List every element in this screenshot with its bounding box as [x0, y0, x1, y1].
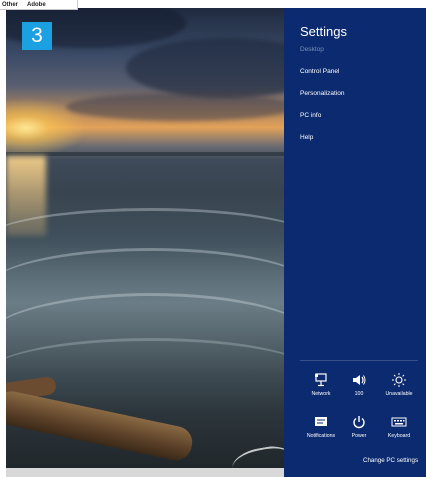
- volume-tile[interactable]: 100: [340, 372, 378, 406]
- network-label: Network: [311, 391, 331, 397]
- menu-item-help[interactable]: Help: [300, 134, 313, 141]
- power-label: Power: [351, 433, 367, 439]
- volume-icon: [351, 372, 367, 388]
- menubar-item-adobe[interactable]: Adobe: [27, 2, 46, 8]
- brightness-tile[interactable]: Unavailable: [380, 372, 418, 406]
- volume-label: 100: [354, 391, 364, 397]
- power-icon: [351, 414, 367, 430]
- menu-item-desktop: Desktop: [300, 46, 324, 53]
- menu-item-personalization[interactable]: Personalization: [300, 90, 344, 97]
- pane-divider: [300, 360, 418, 361]
- brightness-label: Unavailable: [385, 391, 413, 397]
- desktop-wallpaper: [6, 8, 284, 468]
- power-tile[interactable]: Power: [340, 414, 378, 448]
- notifications-label: Notifications: [306, 433, 336, 439]
- wallpaper-signature: [229, 443, 284, 468]
- wallpaper-horizon: [6, 152, 284, 156]
- brightness-icon: [391, 372, 407, 388]
- menubar: Other Adobe: [0, 0, 78, 10]
- settings-charm-pane: Settings Desktop Control Panel Personali…: [284, 8, 426, 477]
- notifications-tile[interactable]: Notifications: [302, 414, 340, 448]
- change-pc-settings-link[interactable]: Change PC settings: [363, 457, 418, 464]
- menubar-item-other[interactable]: Other: [2, 2, 18, 8]
- network-icon: [313, 372, 329, 388]
- pane-title: Settings: [300, 24, 347, 39]
- wallpaper-cloud: [66, 93, 284, 121]
- taskbar-strip: [6, 468, 284, 477]
- keyboard-icon: [391, 414, 407, 430]
- keyboard-tile[interactable]: Keyboard: [380, 414, 418, 448]
- wallpaper-cloud: [126, 38, 284, 98]
- network-tile[interactable]: Network: [302, 372, 340, 406]
- step-number-badge: 3: [22, 22, 52, 50]
- notifications-icon: [313, 414, 329, 430]
- keyboard-label: Keyboard: [387, 433, 411, 439]
- menu-item-pc-info[interactable]: PC info: [300, 112, 321, 119]
- menu-item-control-panel[interactable]: Control Panel: [300, 68, 339, 75]
